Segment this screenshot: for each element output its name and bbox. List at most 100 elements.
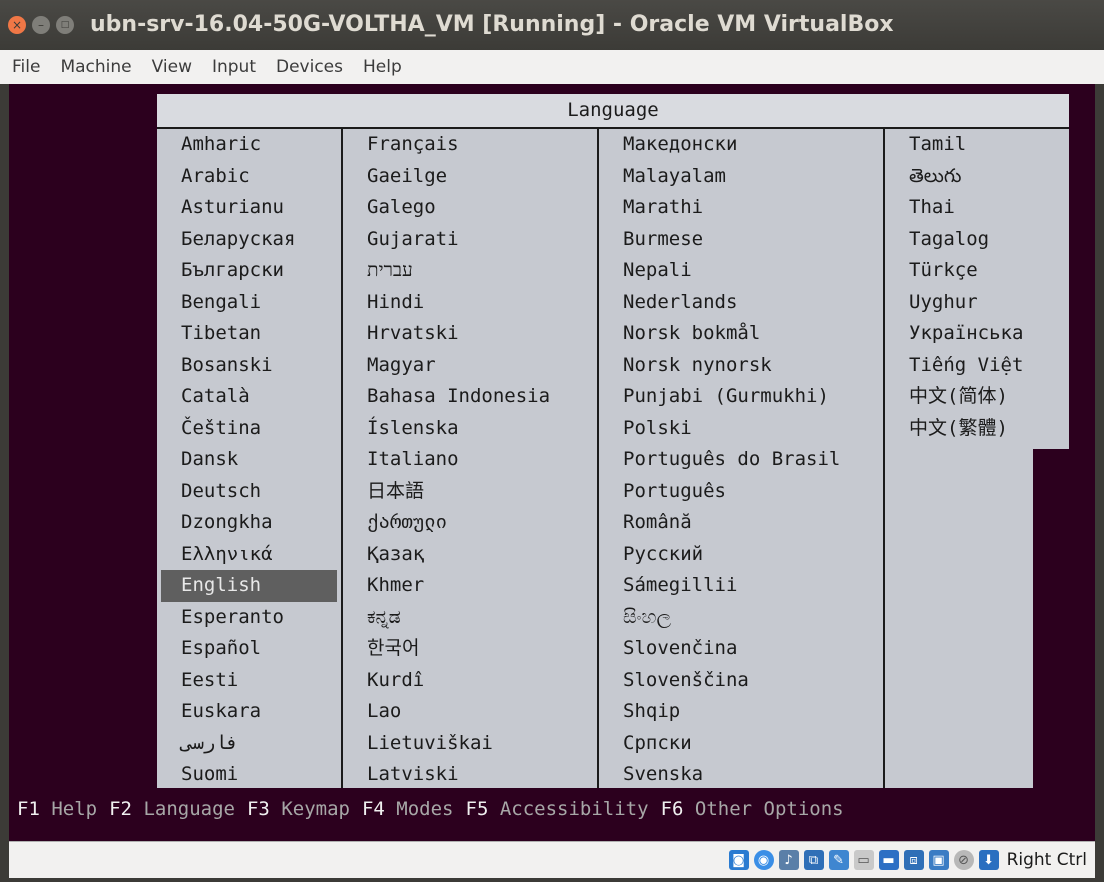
language-option[interactable]: Српски	[599, 728, 883, 760]
network-icon[interactable]: ⧉	[803, 850, 824, 870]
language-option[interactable]: Македонски	[599, 129, 883, 161]
menu-machine[interactable]: Machine	[50, 57, 141, 77]
language-option[interactable]: සිංහල	[599, 602, 883, 634]
language-option[interactable]: Ελληνικά	[157, 539, 341, 571]
language-option[interactable]: Lao	[343, 696, 597, 728]
language-option[interactable]: Български	[157, 255, 341, 287]
language-option[interactable]: Slovenčina	[599, 633, 883, 665]
language-option[interactable]: Nederlands	[599, 287, 883, 319]
language-option[interactable]: ქართული	[343, 507, 597, 539]
language-option[interactable]: Bosanski	[157, 350, 341, 382]
language-option[interactable]: Bahasa Indonesia	[343, 381, 597, 413]
language-option[interactable]: Malayalam	[599, 161, 883, 193]
keyboard-capture-icon[interactable]: ⬇	[978, 850, 999, 870]
language-option[interactable]: ಕನ್ನಡ	[343, 602, 597, 634]
language-option[interactable]: Nepali	[599, 255, 883, 287]
menu-help[interactable]: Help	[353, 57, 412, 77]
usb-icon[interactable]: ✎	[828, 850, 849, 870]
language-option[interactable]: Punjabi (Gurmukhi)	[599, 381, 883, 413]
language-option[interactable]: 한국어	[343, 633, 597, 665]
language-option[interactable]: Català	[157, 381, 341, 413]
language-option[interactable]: Português do Brasil	[599, 444, 883, 476]
language-option[interactable]: Română	[599, 507, 883, 539]
menu-view[interactable]: View	[142, 57, 202, 77]
minimize-icon[interactable]: –	[32, 16, 50, 34]
language-option[interactable]: Беларуская	[157, 224, 341, 256]
language-option[interactable]: Қазақ	[343, 539, 597, 571]
language-option[interactable]: Polski	[599, 413, 883, 445]
language-option[interactable]: Kurdî	[343, 665, 597, 697]
fkey-f4[interactable]: F4 Modes	[362, 793, 454, 825]
fkey-f2[interactable]: F2 Language	[109, 793, 235, 825]
display-icon[interactable]: ▬	[878, 850, 899, 870]
video-capture-icon[interactable]: ⧈	[903, 850, 924, 870]
language-option[interactable]: Eesti	[157, 665, 341, 697]
menu-input[interactable]: Input	[202, 57, 266, 77]
language-option[interactable]: Suomi	[157, 759, 341, 791]
language-option[interactable]: Русский	[599, 539, 883, 571]
language-option[interactable]: Українська	[885, 318, 1069, 350]
language-option[interactable]: Tiếng Việt	[885, 350, 1069, 382]
language-option[interactable]: Tagalog	[885, 224, 1069, 256]
fkey-f3[interactable]: F3 Keymap	[247, 793, 350, 825]
language-option[interactable]: Sámegillii	[599, 570, 883, 602]
language-option[interactable]: Norsk bokmål	[599, 318, 883, 350]
language-option[interactable]: Galego	[343, 192, 597, 224]
language-option[interactable]: 中文(繁體)	[885, 413, 1069, 445]
language-option[interactable]: 日本語	[343, 476, 597, 508]
language-option[interactable]: Latviski	[343, 759, 597, 791]
menu-devices[interactable]: Devices	[266, 57, 353, 77]
mouse-integration-icon[interactable]: ⊘	[953, 850, 974, 870]
vm-screen[interactable]: Language Amharic Arabic Asturianu Беларуска…	[9, 84, 1095, 841]
language-option[interactable]: Arabic	[157, 161, 341, 193]
language-option[interactable]: Bengali	[157, 287, 341, 319]
language-option[interactable]: Íslenska	[343, 413, 597, 445]
audio-icon[interactable]: ♪	[778, 850, 799, 870]
language-option[interactable]: Hindi	[343, 287, 597, 319]
language-option[interactable]: فارسی	[157, 728, 341, 760]
language-option[interactable]: Lietuviškai	[343, 728, 597, 760]
language-option[interactable]: Thai	[885, 192, 1069, 224]
shared-folders-icon[interactable]: ▭	[853, 850, 874, 870]
fkey-f5[interactable]: F5 Accessibility	[466, 793, 649, 825]
language-option[interactable]: Français	[343, 129, 597, 161]
cpu-icon[interactable]: ▣	[928, 850, 949, 870]
menu-file[interactable]: File	[0, 57, 50, 77]
language-option[interactable]: Burmese	[599, 224, 883, 256]
hard-disk-icon[interactable]: ◙	[728, 850, 749, 870]
optical-drive-icon[interactable]: ◉	[753, 850, 774, 870]
language-option[interactable]: Español	[157, 633, 341, 665]
language-option[interactable]: Khmer	[343, 570, 597, 602]
language-option[interactable]: Esperanto	[157, 602, 341, 634]
language-option[interactable]: Magyar	[343, 350, 597, 382]
fkey-f1[interactable]: F1 Help	[17, 793, 97, 825]
language-option[interactable]: Tibetan	[157, 318, 341, 350]
maximize-icon[interactable]: □	[56, 16, 74, 34]
language-option[interactable]: Norsk nynorsk	[599, 350, 883, 382]
language-option[interactable]: Dzongkha	[157, 507, 341, 539]
language-option[interactable]: Marathi	[599, 192, 883, 224]
language-option[interactable]: Türkçe	[885, 255, 1069, 287]
language-option[interactable]: Deutsch	[157, 476, 341, 508]
language-option[interactable]: Hrvatski	[343, 318, 597, 350]
language-option[interactable]: Shqip	[599, 696, 883, 728]
language-option[interactable]: Svenska	[599, 759, 883, 791]
language-option[interactable]: Čeština	[157, 413, 341, 445]
language-option[interactable]: Gaeilge	[343, 161, 597, 193]
language-option[interactable]: Dansk	[157, 444, 341, 476]
language-option[interactable]: 中文(简体)	[885, 381, 1069, 413]
language-option[interactable]: Euskara	[157, 696, 341, 728]
language-option[interactable]: Gujarati	[343, 224, 597, 256]
language-option[interactable]: Asturianu	[157, 192, 341, 224]
language-option[interactable]: Tamil	[885, 129, 1069, 161]
close-icon[interactable]: ×	[8, 16, 26, 34]
language-option[interactable]: Português	[599, 476, 883, 508]
language-option[interactable]: Amharic	[157, 129, 341, 161]
language-option[interactable]: עברית	[343, 255, 597, 287]
language-option[interactable]: Slovenščina	[599, 665, 883, 697]
language-option[interactable]: తెలుగు	[885, 161, 1069, 193]
title-bar[interactable]: × – □ ubn-srv-16.04-50G-VOLTHA_VM [Runni…	[0, 0, 1104, 50]
language-option[interactable]: Italiano	[343, 444, 597, 476]
language-option[interactable]: Uyghur	[885, 287, 1069, 319]
language-option[interactable]: English	[161, 570, 337, 602]
